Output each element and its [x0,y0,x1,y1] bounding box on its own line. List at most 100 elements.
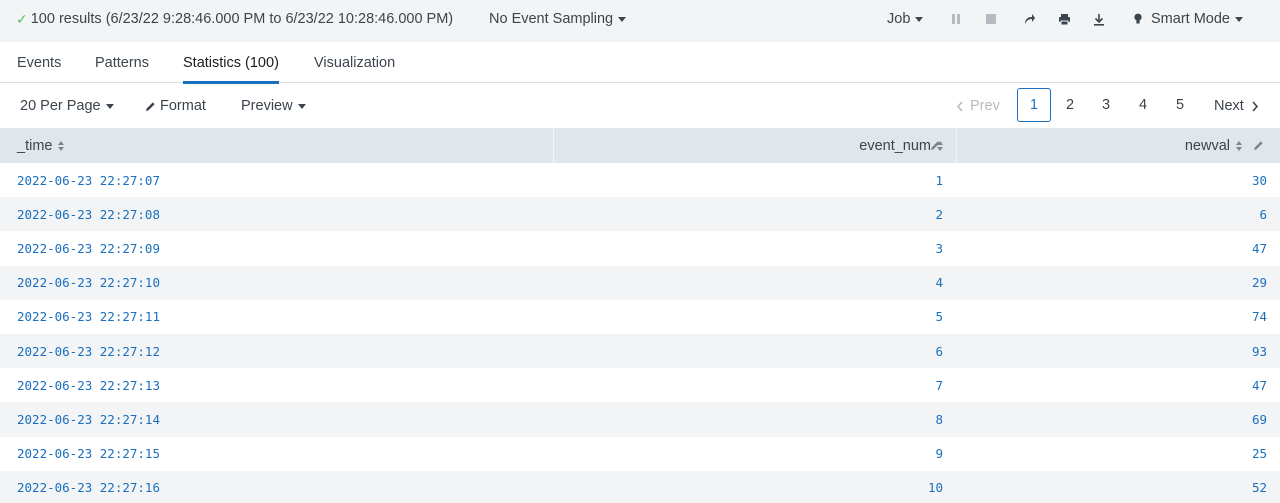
column-header-newval[interactable]: newval [1185,128,1242,163]
cell-event-num[interactable]: 7 [935,368,943,402]
edit-column-event-num-button[interactable] [930,128,941,163]
page-5-button[interactable]: 5 [1163,88,1197,122]
stop-button[interactable] [983,11,999,27]
sort-icon [1236,140,1242,151]
cell-time[interactable]: 2022-06-23 22:27:11 [17,300,160,334]
table-body: 2022-06-23 22:27:07 1 30 2022-06-23 22:27:0… [0,163,1280,503]
event-sampling-dropdown[interactable]: No Event Sampling [489,0,627,38]
job-label: Job [887,11,911,27]
column-divider[interactable] [956,128,957,163]
chevron-down-icon [297,103,306,109]
pause-icon [952,14,960,24]
format-label: Format [160,98,206,114]
cell-event-num[interactable]: 1 [935,163,943,197]
table-row: 2022-06-23 22:27:12 6 93 [0,333,1280,369]
cell-time[interactable]: 2022-06-23 22:27:16 [17,471,160,503]
column-divider[interactable] [553,128,554,163]
tab-statistics-label: Statistics (100) [183,54,279,71]
job-menu-button[interactable]: Job [887,0,924,38]
share-icon [1024,14,1035,24]
cell-newval[interactable]: 6 [1259,197,1267,231]
prev-page-button[interactable]: Prev [956,84,1000,128]
prev-label: Prev [970,98,1000,114]
cell-time[interactable]: 2022-06-23 22:27:08 [17,197,160,231]
export-button[interactable] [1091,11,1107,27]
format-button[interactable]: Format [145,84,206,128]
cell-newval[interactable]: 29 [1252,266,1267,300]
table-row: 2022-06-23 22:27:07 1 30 [0,163,1280,197]
page-4-button[interactable]: 4 [1126,88,1160,122]
page-number: 4 [1138,97,1148,113]
pause-button[interactable] [948,11,964,27]
page-1-button[interactable]: 1 [1017,88,1051,122]
column-header-time[interactable]: _time [17,128,65,163]
job-status-bar: ✓ 100 results (6/23/22 9:28:46.000 PM to… [0,0,1280,42]
print-button[interactable] [1056,11,1072,27]
results-tabs: Events Patterns Statistics (100) Visuali… [0,42,1280,84]
cell-time[interactable]: 2022-06-23 22:27:12 [17,334,160,368]
tab-events-label: Events [17,54,62,71]
cell-newval[interactable]: 30 [1252,163,1267,197]
cell-newval[interactable]: 69 [1252,402,1267,436]
cell-event-num[interactable]: 5 [935,300,943,334]
cell-event-num[interactable]: 6 [935,334,943,368]
chevron-right-icon [1252,100,1258,112]
column-header-label: event_num [859,137,931,154]
lightbulb-icon [1134,13,1142,24]
cell-event-num[interactable]: 10 [928,471,943,503]
cell-newval[interactable]: 74 [1252,300,1267,334]
share-button[interactable] [1021,11,1037,27]
cell-time[interactable]: 2022-06-23 22:27:09 [17,231,160,265]
table-row: 2022-06-23 22:27:08 2 6 [0,197,1280,232]
preview-dropdown[interactable]: Preview [241,84,306,128]
tab-patterns[interactable]: Patterns [95,42,149,83]
edit-column-newval-button[interactable] [1253,128,1264,163]
table-row: 2022-06-23 22:27:09 3 47 [0,231,1280,265]
table-row: 2022-06-23 22:27:10 4 29 [0,265,1280,300]
cell-event-num[interactable]: 3 [935,231,943,265]
results-summary: ✓ 100 results (6/23/22 9:28:46.000 PM to… [16,0,453,38]
cell-time[interactable]: 2022-06-23 22:27:15 [17,437,160,471]
next-page-button[interactable]: Next [1214,84,1259,128]
results-text: 100 results (6/23/22 9:28:46.000 PM to 6… [30,11,454,27]
cell-newval[interactable]: 93 [1252,334,1267,368]
page-number: 3 [1101,97,1111,113]
per-page-label: 20 Per Page [20,98,101,114]
event-sampling-label: No Event Sampling [489,11,614,27]
cell-newval[interactable]: 47 [1252,231,1267,265]
sort-icon [58,140,65,151]
pencil-icon [1254,141,1263,150]
per-page-dropdown[interactable]: 20 Per Page [20,84,114,128]
table-row: 2022-06-23 22:27:11 5 74 [0,300,1280,334]
download-icon [1094,13,1104,26]
chevron-down-icon [105,103,114,109]
stop-icon [986,14,996,24]
tab-patterns-label: Patterns [95,54,149,71]
cell-event-num[interactable]: 2 [935,197,943,231]
cell-newval[interactable]: 52 [1252,471,1267,503]
pencil-icon [931,141,940,150]
preview-label: Preview [241,98,293,114]
page-3-button[interactable]: 3 [1089,88,1123,122]
cell-newval[interactable]: 25 [1252,437,1267,471]
cell-event-num[interactable]: 4 [935,266,943,300]
cell-newval[interactable]: 47 [1252,368,1267,402]
cell-time[interactable]: 2022-06-23 22:27:13 [17,368,160,402]
table-header: _time event_num newval [0,128,1280,163]
tab-events[interactable]: Events [17,42,61,83]
cell-time[interactable]: 2022-06-23 22:27:07 [17,163,160,197]
tab-visualization[interactable]: Visualization [314,42,395,83]
cell-time[interactable]: 2022-06-23 22:27:10 [17,266,160,300]
next-label: Next [1214,98,1244,114]
tab-statistics[interactable]: Statistics (100) [183,42,279,84]
cell-event-num[interactable]: 9 [935,437,943,471]
search-mode-label: Smart Mode [1151,11,1230,27]
page-2-button[interactable]: 2 [1053,88,1087,122]
cell-event-num[interactable]: 8 [935,402,943,436]
checkmark-icon: ✓ [16,10,28,27]
page-number: 5 [1175,97,1185,113]
cell-time[interactable]: 2022-06-23 22:27:14 [17,402,160,436]
chevron-down-icon [915,16,924,22]
chevron-down-icon [618,16,627,22]
search-mode-dropdown[interactable]: Smart Mode [1133,0,1243,38]
